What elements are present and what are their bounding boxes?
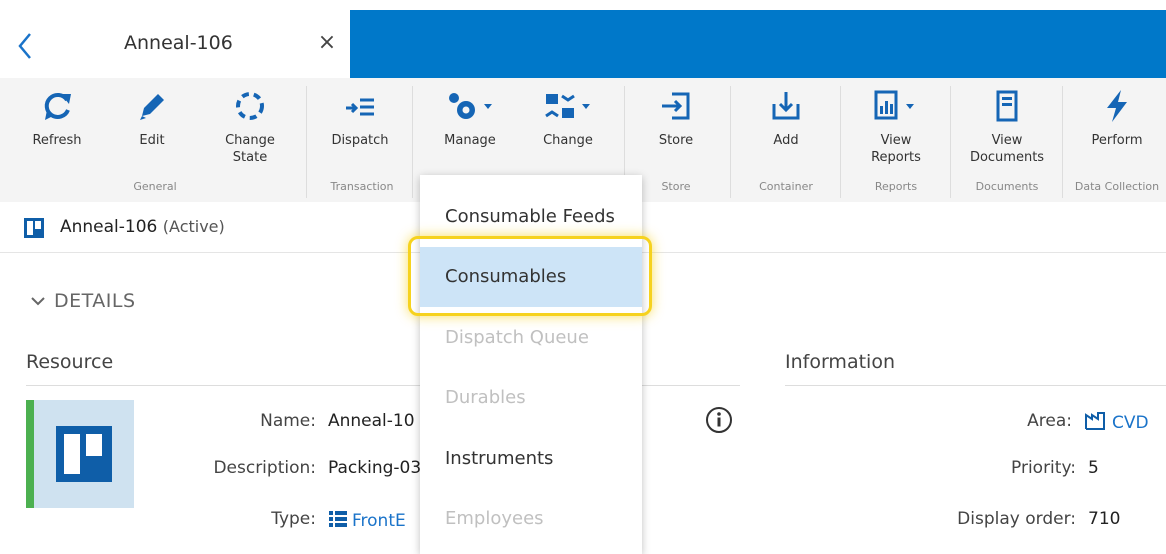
chevron-down-icon (31, 297, 45, 306)
add-button[interactable]: Add (752, 86, 820, 149)
separator (1062, 86, 1063, 198)
factory-icon (1085, 412, 1105, 430)
change-icon (545, 94, 590, 118)
resource-heading: Resource (26, 351, 114, 373)
details-label: DETAILS (54, 290, 136, 312)
resource-board-icon (27, 221, 41, 235)
highlight-ring (408, 236, 652, 316)
edit-button[interactable]: Edit (117, 86, 187, 149)
field-value-description: Packing-03 (328, 458, 422, 478)
dispatch-button[interactable]: Dispatch (318, 86, 402, 149)
view-reports-button[interactable]: View Reports (856, 86, 936, 166)
field-label-priority: Priority: (1011, 458, 1076, 478)
info-icon[interactable] (704, 405, 734, 435)
field-label-description: Description: (213, 458, 316, 478)
field-label-display-order: Display order: (957, 509, 1076, 529)
store-button[interactable]: Store (642, 86, 710, 149)
group-label-transaction: Transaction (330, 180, 394, 193)
status-label: (Active) (162, 217, 225, 236)
menu-item-dispatch-queue: Dispatch Queue (445, 327, 589, 348)
pencil-icon (140, 94, 164, 120)
document-icon (996, 90, 1018, 122)
info-circle-icon (706, 407, 732, 433)
page-title-text: Anneal-106 (60, 217, 158, 237)
change-state-icon (236, 92, 264, 120)
field-value-type-link[interactable]: FrontE (328, 509, 406, 531)
status-indicator-bar (26, 400, 34, 508)
tab-close-button[interactable]: × (314, 30, 340, 56)
divider (785, 385, 1166, 386)
field-label-type: Type: (271, 509, 316, 529)
field-value-name: Anneal-10 (328, 411, 415, 431)
resource-avatar (34, 400, 134, 508)
area-link-text: CVD (1112, 413, 1149, 433)
separator (730, 86, 731, 198)
tab-title[interactable]: Anneal-106 (124, 32, 233, 54)
resource-board-icon (56, 426, 112, 482)
menu-item-durables: Durables (445, 387, 526, 408)
group-label-reports: Reports (874, 180, 918, 193)
field-label-name: Name: (260, 411, 316, 431)
type-link-text: FrontE (352, 511, 406, 531)
refresh-icon (44, 92, 71, 120)
change-button[interactable]: Change (530, 86, 606, 149)
back-button[interactable] (10, 28, 40, 64)
field-value-area-link[interactable]: CVD (1084, 411, 1149, 433)
separator (306, 86, 307, 198)
information-heading: Information (785, 351, 895, 373)
menu-item-instruments[interactable]: Instruments (420, 429, 642, 489)
details-section-toggle[interactable]: DETAILS (30, 290, 136, 312)
view-documents-button[interactable]: View Documents (962, 86, 1052, 166)
separator (412, 86, 413, 198)
field-value-priority: 5 (1088, 458, 1099, 478)
chevron-left-icon (18, 33, 31, 59)
group-label-documents: Documents (975, 180, 1039, 193)
separator (840, 86, 841, 198)
change-state-button[interactable]: Change State (210, 86, 290, 166)
tab-bar-fill (350, 10, 1166, 78)
manage-button[interactable]: Manage (432, 86, 508, 149)
resource-icon (24, 218, 44, 238)
group-label-general: General (133, 180, 177, 193)
add-download-icon (772, 92, 800, 120)
list-type-icon (329, 511, 347, 527)
group-label-data-collection: Data Collection (1074, 180, 1160, 193)
menu-item-employees: Employees (445, 508, 544, 529)
field-value-display-order: 710 (1088, 509, 1121, 529)
separator (950, 86, 951, 198)
field-label-area: Area: (1027, 411, 1072, 431)
lightning-icon (1107, 90, 1127, 122)
report-icon (874, 90, 914, 120)
group-label-store: Store (661, 180, 691, 193)
store-icon (662, 92, 690, 120)
page-title: Anneal-106 (Active) (60, 217, 225, 237)
perform-button[interactable]: Perform (1078, 86, 1156, 149)
dispatch-icon (346, 98, 374, 116)
refresh-button[interactable]: Refresh (22, 86, 92, 149)
group-label-container: Container (759, 180, 813, 193)
manage-dropdown-menu: Consumable Feeds Consumables Dispatch Qu… (420, 175, 642, 554)
gears-icon (449, 93, 492, 119)
